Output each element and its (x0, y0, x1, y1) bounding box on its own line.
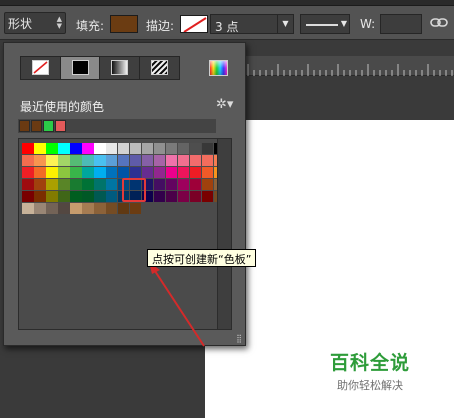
annotation-arrow (149, 262, 205, 347)
tooltip: 点按可创建新“色板” (147, 249, 257, 267)
